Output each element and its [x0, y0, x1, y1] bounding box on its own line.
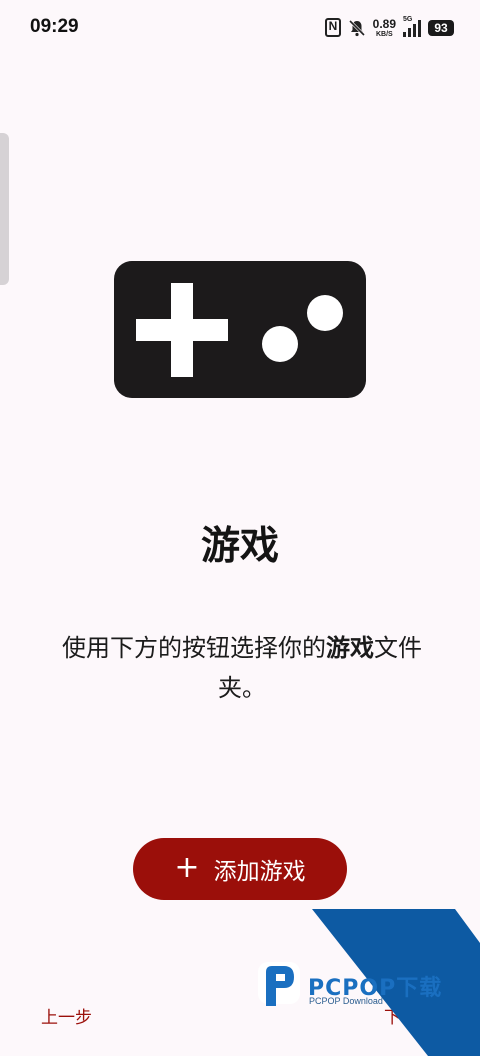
add-games-label: 添加游戏: [213, 859, 306, 885]
description-bold: 游戏: [326, 634, 374, 662]
edge-panel-handle[interactable]: [0, 133, 9, 285]
network-speed-unit: KB/S: [375, 31, 393, 38]
network-speed: 0.89 KB/S: [373, 17, 396, 38]
network-type: 5G: [403, 15, 413, 23]
status-icons: 0.89 KB/S 5G 93: [324, 15, 454, 38]
nfc-icon: [324, 18, 341, 37]
description-prefix: 使用下方的按钮选择你的: [62, 634, 326, 662]
gamepad-icon: [114, 261, 366, 398]
status-bar: 09:29 0.89 KB/S 5G 93: [0, 0, 480, 56]
next-button[interactable]: 下: [384, 1003, 401, 1028]
page-title: 游戏: [200, 524, 279, 569]
cellular-signal-icon: 5G: [403, 15, 421, 37]
network-speed-value: 0.89: [372, 17, 396, 31]
plus-icon: +: [174, 849, 200, 885]
watermark-logo-icon: [258, 962, 300, 1006]
add-games-button[interactable]: + 添加游戏: [133, 838, 347, 900]
notifications-muted-icon: [348, 19, 365, 36]
battery-indicator: 93: [428, 19, 454, 36]
previous-button[interactable]: 上一步: [41, 1003, 92, 1028]
page-description: 使用下方的按钮选择你的游戏文件夹。: [40, 628, 444, 708]
status-time: 09:29: [30, 16, 79, 37]
watermark-subtitle: PCPOP Download: [309, 996, 383, 1006]
setup-screen: 09:29 0.89 KB/S 5G 93 游戏: [0, 0, 480, 1056]
